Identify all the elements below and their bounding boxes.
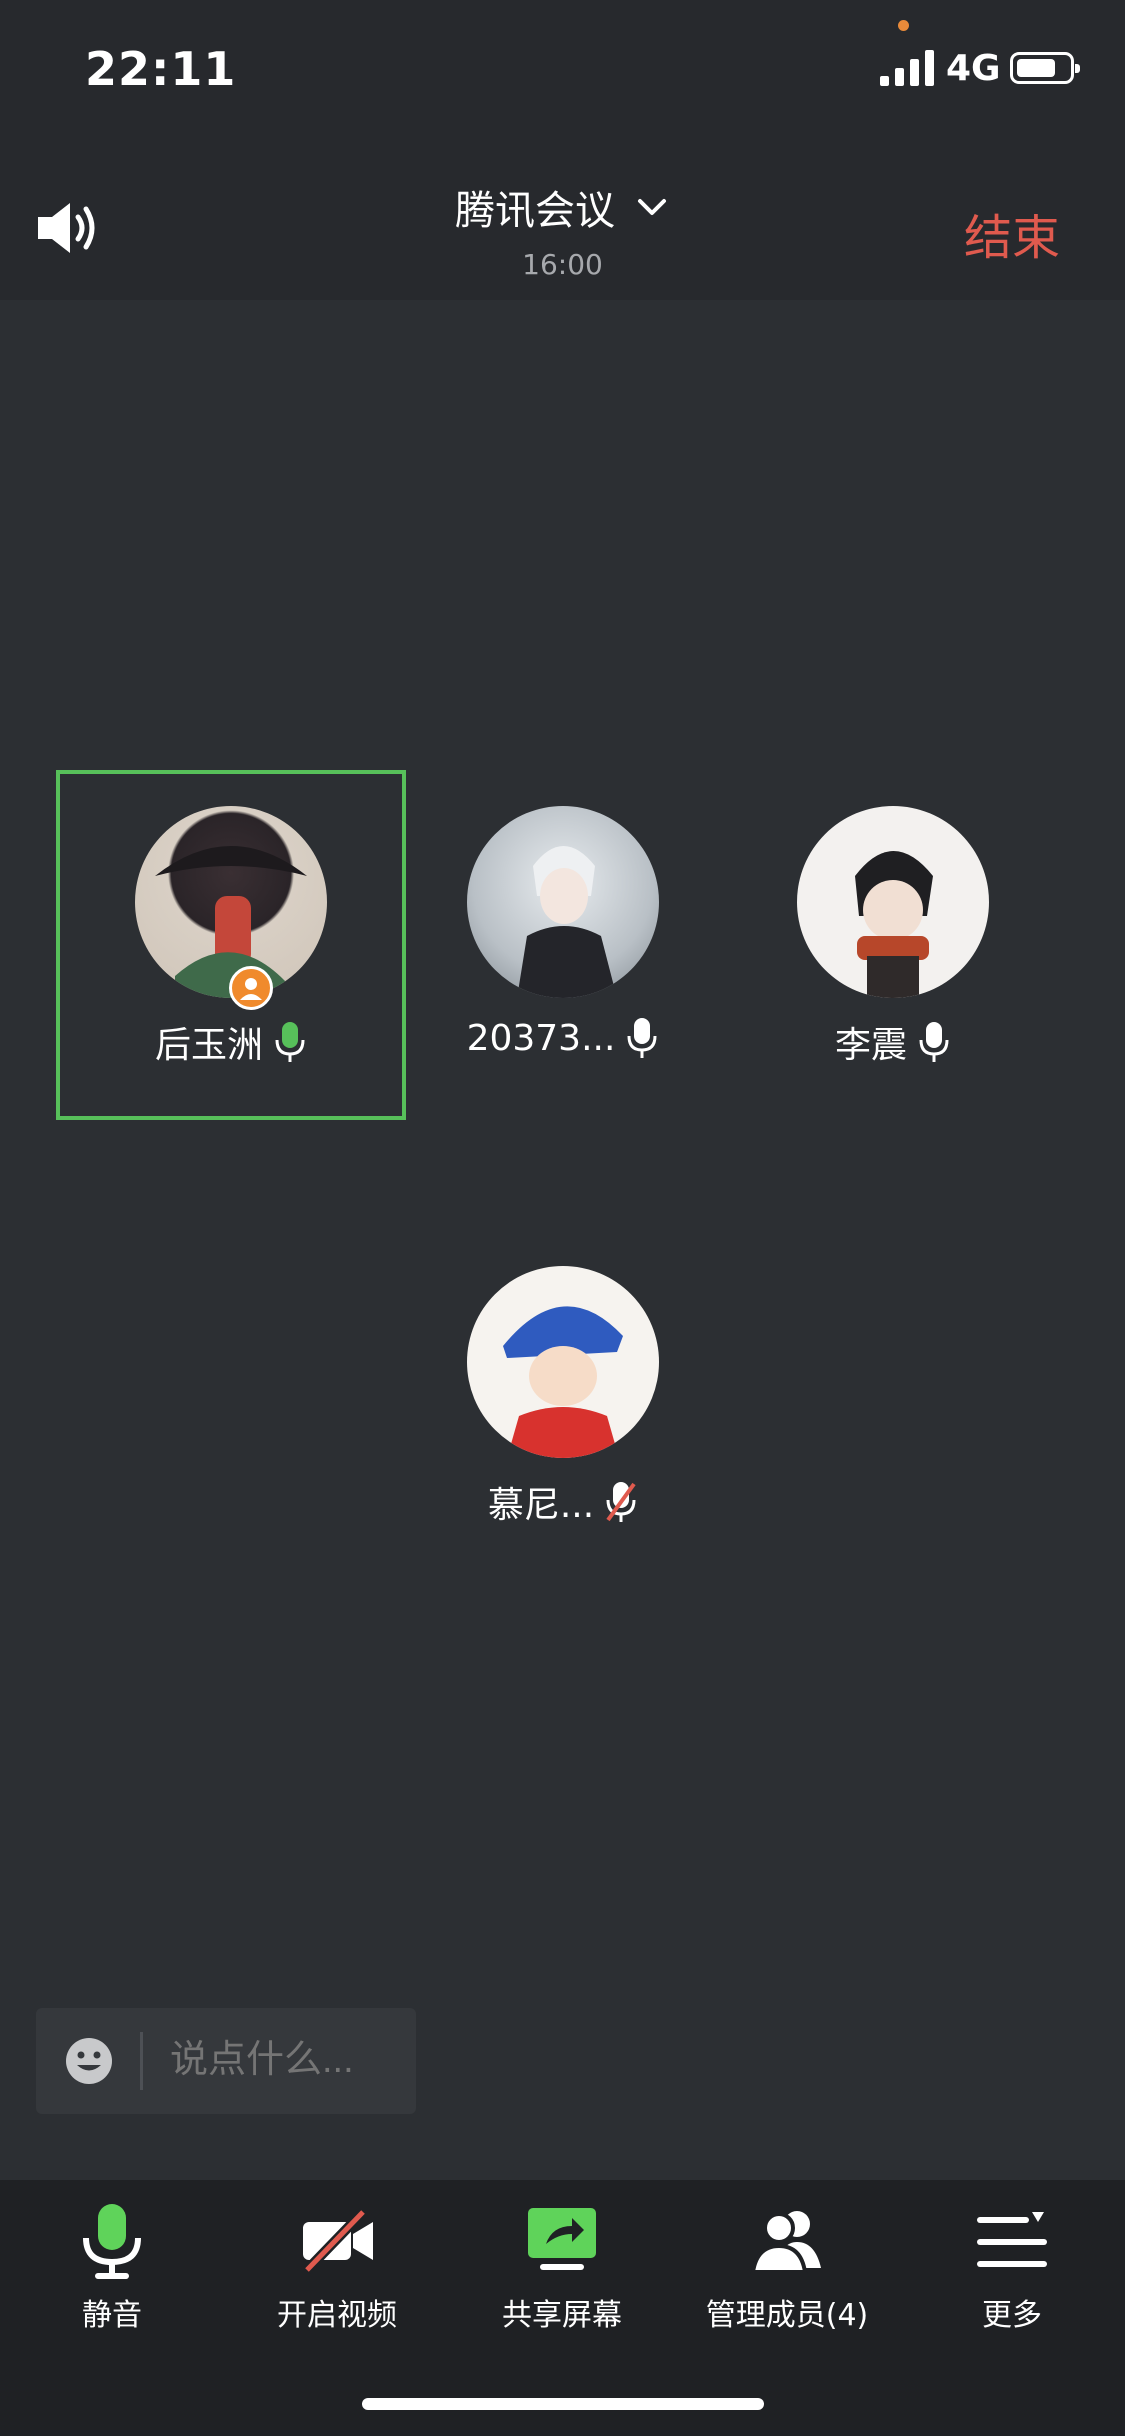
avatar (797, 806, 989, 998)
participant-name: 慕尼... (487, 1485, 595, 1526)
more-icon (977, 2212, 1047, 2267)
host-badge-icon (229, 966, 273, 1010)
toolbar-label: 管理成员(4) (705, 2298, 869, 2333)
chat-input-box[interactable] (36, 2008, 416, 2114)
participant-name: 李震 (834, 1025, 907, 1066)
avatar (467, 806, 659, 998)
participant-tile[interactable]: 20373... (413, 806, 713, 1060)
toolbar-label: 共享屏幕 (502, 2298, 622, 2333)
chevron-down-icon (638, 199, 667, 215)
start-video-button[interactable]: 开启视频 (227, 2200, 447, 2334)
members-icon (750, 2211, 821, 2274)
privacy-indicator-dot (898, 20, 909, 31)
battery-icon (1010, 52, 1080, 84)
mic-icon (83, 2204, 141, 2279)
signal-strength-icon (880, 50, 934, 86)
network-type: 4G (946, 48, 1001, 89)
toolbar-label: 静音 (82, 2298, 142, 2333)
chat-divider (140, 2032, 143, 2090)
share-screen-icon (528, 2208, 596, 2270)
mic-active-icon (275, 1022, 305, 1062)
participant-tile[interactable]: 后玉洲 (81, 806, 381, 1068)
participant-tile[interactable]: 慕尼... (413, 1266, 713, 1528)
avatar (135, 806, 327, 998)
meeting-duration: 16:00 (522, 248, 603, 281)
status-time: 22:11 (85, 42, 237, 96)
end-meeting-button[interactable]: 结束 (964, 198, 1060, 268)
participant-tile[interactable]: 李震 (743, 806, 1043, 1068)
mic-icon (627, 1018, 657, 1058)
share-screen-button[interactable]: 共享屏幕 (452, 2200, 672, 2334)
toolbar-label: 开启视频 (277, 2298, 397, 2333)
mic-muted-icon (606, 1482, 636, 1522)
video-off-icon (303, 2208, 373, 2274)
meeting-title-button[interactable]: 腾讯会议 (0, 178, 1125, 236)
meeting-title: 腾讯会议 (454, 188, 615, 234)
mic-icon (919, 1022, 949, 1062)
avatar (467, 1266, 659, 1458)
toolbar-label: 更多 (982, 2298, 1042, 2333)
chat-input[interactable] (168, 2038, 402, 2083)
manage-members-button[interactable]: 管理成员(4) (677, 2200, 897, 2334)
home-indicator[interactable] (362, 2398, 764, 2410)
mute-button[interactable]: 静音 (2, 2200, 222, 2334)
participant-name: 20373... (466, 1017, 616, 1059)
participant-name: 后玉洲 (154, 1025, 263, 1066)
more-button[interactable]: 更多 (902, 2200, 1122, 2334)
emoji-icon[interactable] (64, 2036, 114, 2086)
